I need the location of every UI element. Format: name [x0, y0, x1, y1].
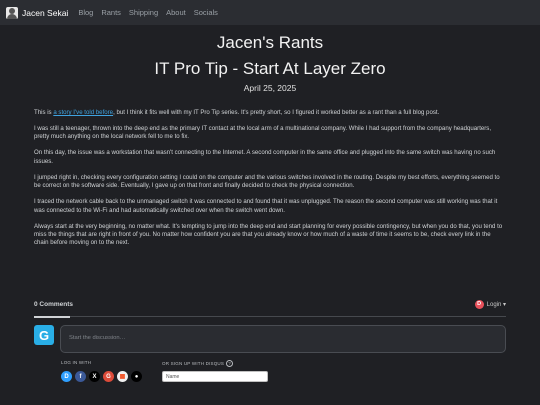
disqus-icon: D	[474, 299, 484, 309]
comment-input[interactable]: Start the discussion…	[60, 325, 506, 353]
nav-link-rants[interactable]: Rants	[101, 8, 121, 17]
brand[interactable]: Jacen Sekai	[6, 6, 68, 19]
microsoft-login-icon[interactable]: ▦	[117, 371, 128, 382]
google-login-icon[interactable]: G	[103, 371, 114, 382]
brand-name[interactable]: Jacen Sekai	[22, 8, 68, 18]
signup-label: OR SIGN UP WITH DISQUS ?	[162, 360, 234, 367]
login-options: LOG IN WITH Df X G ▦ ● OR SIGN UP WITH DISQU…	[61, 360, 506, 390]
intro-text-end: , but I think it fits well with my IT Pr…	[113, 109, 440, 116]
paragraph-intro: This is a story I've told before, but I …	[34, 109, 506, 117]
paragraph: On this day, the issue was a workstation…	[34, 149, 496, 165]
post-title: IT Pro Tip - Start At Layer Zero	[154, 59, 386, 78]
facebook-login-icon[interactable]: f	[75, 371, 86, 382]
disqus-login-icon[interactable]: D	[61, 371, 72, 382]
post-date: April 25, 2025	[243, 83, 297, 93]
sso-buttons: Df X G ▦ ●	[61, 371, 142, 382]
nav-link-about[interactable]: About	[166, 8, 186, 17]
x-login-icon[interactable]: X	[89, 371, 100, 382]
comment-composer: G Start the discussion…	[34, 325, 506, 353]
login-with-label: LOG IN WITH	[61, 360, 92, 365]
comments-header: 0 Comments D Login ▾	[34, 297, 506, 311]
nav-link-socials[interactable]: Socials	[194, 8, 218, 17]
navbar: Jacen Sekai Blog Rants Shipping About So…	[0, 0, 540, 25]
name-input[interactable]: Name	[162, 371, 268, 382]
comments-divider	[34, 316, 506, 317]
paragraph: I jumped right in, checking every config…	[34, 173, 500, 190]
article-body: This is a story I've told before, but I …	[34, 109, 506, 255]
paragraph: I traced the network cable back to the u…	[34, 198, 498, 214]
nav-link-blog[interactable]: Blog	[78, 8, 93, 17]
paragraph: Always start at the very beginning, no m…	[34, 222, 503, 247]
story-link[interactable]: a story I've told before	[53, 109, 113, 116]
login-button[interactable]: D Login ▾	[474, 299, 506, 309]
avatar-icon	[6, 6, 18, 19]
comment-count[interactable]: 0 Comments	[34, 301, 73, 308]
apple-login-icon[interactable]: ●	[131, 371, 142, 382]
intro-text-start: This is	[34, 109, 54, 116]
paragraph: I was still a teenager, thrown into the …	[34, 125, 492, 141]
guest-avatar: G	[34, 325, 54, 345]
login-label: Login ▾	[486, 301, 506, 308]
help-icon[interactable]: ?	[226, 360, 234, 367]
signup-text: OR SIGN UP WITH DISQUS	[162, 361, 225, 366]
comments-section: 0 Comments D Login ▾ G Start the discuss…	[34, 297, 506, 382]
nav-link-shipping[interactable]: Shipping	[129, 8, 158, 17]
blog-title: Jacen's Rants	[216, 33, 324, 52]
